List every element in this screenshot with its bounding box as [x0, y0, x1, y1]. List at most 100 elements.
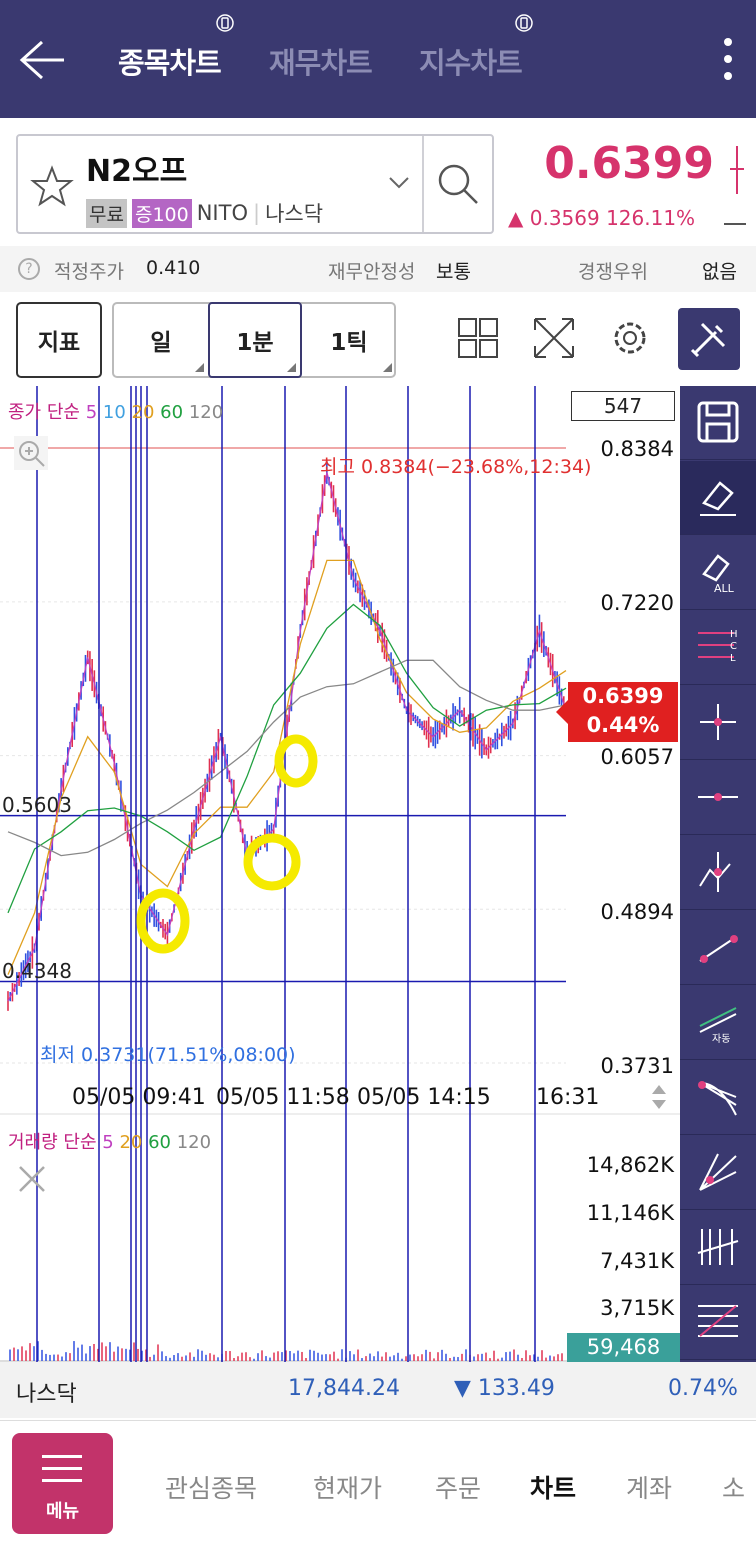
- x-label: 05/05 09:41: [72, 1085, 206, 1110]
- current-price-tag-value: 0.6399: [582, 684, 664, 708]
- y-tick: 0.8384: [600, 437, 674, 461]
- grid-layout-icon[interactable]: [456, 316, 500, 360]
- save-icon[interactable]: [680, 386, 756, 460]
- device-icon: [515, 14, 533, 32]
- auto-trend-icon[interactable]: 자동: [680, 986, 756, 1060]
- candle-count: 547: [571, 391, 675, 421]
- moving-average-line: [7, 559, 567, 975]
- eraser-all-icon[interactable]: ALL: [680, 536, 756, 610]
- top-header: 종목차트 재무차트 지수차트: [0, 0, 756, 118]
- hcl-line-icon[interactable]: HCL: [680, 611, 756, 685]
- period-1min[interactable]: 1분: [208, 302, 302, 378]
- fibonacci-time-icon[interactable]: [680, 1211, 756, 1285]
- nav-order[interactable]: 주문: [435, 1469, 481, 1505]
- period-day[interactable]: 일: [114, 304, 208, 376]
- chart-canvas: [0, 386, 680, 1362]
- index-name: 나스닥: [16, 1382, 77, 1407]
- period-1tick[interactable]: 1틱: [302, 304, 396, 376]
- tag-free: 무료: [86, 198, 127, 228]
- min-price-label: 최저 0.3731(71.51%,08:00): [40, 1044, 296, 1066]
- stock-name: N2오프: [86, 154, 188, 189]
- svg-text:H: H: [730, 629, 738, 640]
- period-1min-label: 1분: [236, 330, 274, 356]
- stability-value: 보통: [436, 261, 471, 283]
- vol-tick: 7,431K: [600, 1249, 674, 1273]
- speed-line-icon[interactable]: [680, 1136, 756, 1210]
- competition-label: 경쟁우위: [578, 261, 648, 283]
- menu-button[interactable]: 메뉴: [12, 1433, 113, 1534]
- svg-text:C: C: [730, 641, 737, 652]
- x-label: 05/05 14:15: [357, 1085, 491, 1110]
- price-change: ▲ 0.3569 126.11%: [508, 206, 696, 230]
- fair-price-label: 적정주가: [54, 261, 124, 283]
- index-change: ▼ 133.49: [454, 1376, 555, 1401]
- device-icon: [216, 14, 234, 32]
- legend-vma20: 20: [119, 1132, 143, 1153]
- vol-tick: 14,862K: [586, 1153, 674, 1177]
- hline-label: 0.4348: [2, 959, 72, 983]
- close-icon[interactable]: [16, 1163, 48, 1195]
- fair-price-value: 0.410: [146, 257, 201, 279]
- index-value: 17,844.24: [288, 1376, 400, 1401]
- market-index-bar[interactable]: 나스닥 17,844.24 ▼ 133.49 0.74%: [0, 1362, 756, 1418]
- more-options-icon[interactable]: [722, 38, 734, 84]
- x-label: 16:31: [536, 1085, 600, 1110]
- help-icon[interactable]: ?: [18, 258, 40, 280]
- fan-line-icon[interactable]: [680, 1061, 756, 1135]
- stock-selector[interactable]: N2오프 무료 증100 NITO | 나스닥: [16, 134, 494, 234]
- nav-current-price[interactable]: 현재가: [313, 1469, 382, 1505]
- legend-ma10: 10: [102, 402, 126, 423]
- current-volume: 59,468: [567, 1333, 680, 1362]
- tab-index-chart[interactable]: 지수차트: [419, 40, 523, 82]
- nav-watchlist[interactable]: 관심종목: [165, 1469, 257, 1505]
- current-price-tag: 0.6399 0.44%: [556, 682, 678, 742]
- tools-icon: [690, 322, 726, 358]
- eraser-icon[interactable]: [680, 461, 756, 535]
- crosshair-icon[interactable]: [680, 686, 756, 760]
- legend-vma5: 5: [102, 1132, 114, 1153]
- price-indicator: [730, 146, 744, 194]
- settings-gear-icon[interactable]: [608, 316, 652, 360]
- vol-tick: 11,146K: [586, 1201, 674, 1225]
- back-arrow-icon[interactable]: [18, 38, 66, 82]
- nav-chart[interactable]: 차트: [530, 1469, 576, 1505]
- price-legend: 종가 단순 5 10 20 60 120: [8, 398, 223, 424]
- svg-text:자동: 자동: [712, 1033, 730, 1044]
- nav-account[interactable]: 계좌: [626, 1469, 672, 1505]
- legend-ma120: 120: [188, 402, 224, 423]
- star-icon[interactable]: [30, 164, 74, 208]
- price-chart[interactable]: [0, 386, 680, 1362]
- nav-more[interactable]: 소: [722, 1469, 745, 1505]
- zoom-in-icon[interactable]: [14, 436, 48, 470]
- tab-financial-chart[interactable]: 재무차트: [269, 40, 373, 82]
- tag-divider: |: [252, 201, 261, 225]
- bottom-navigation: 메뉴 관심종목 현재가 주문 차트 계좌 소: [0, 1420, 756, 1546]
- menu-label: 메뉴: [45, 1501, 80, 1522]
- hline-label: 0.5603: [2, 793, 72, 817]
- chevron-down-icon[interactable]: [388, 176, 410, 190]
- drawing-tools-button[interactable]: [678, 308, 740, 370]
- dash: [724, 223, 746, 225]
- horizontal-line-icon[interactable]: [680, 761, 756, 835]
- y-tick: 0.7220: [600, 591, 674, 615]
- legend-vma120: 120: [176, 1132, 212, 1153]
- legend-ma60: 60: [160, 402, 184, 423]
- fullscreen-icon[interactable]: [532, 316, 576, 360]
- current-price-tag-pct: 0.44%: [586, 713, 660, 737]
- indicator-button[interactable]: 지표: [16, 302, 102, 378]
- x-label: 05/05 11:58: [216, 1085, 350, 1110]
- vertical-line-icon[interactable]: [680, 836, 756, 910]
- period-day-label: 일: [150, 330, 172, 356]
- legend-ma20: 20: [131, 402, 155, 423]
- fibonacci-retracement-icon[interactable]: [680, 1286, 756, 1360]
- trend-line-icon[interactable]: [680, 911, 756, 985]
- tab-stock-chart[interactable]: 종목차트: [118, 40, 222, 82]
- legend-vma60: 60: [148, 1132, 171, 1153]
- y-tick: 0.4894: [600, 900, 674, 924]
- volume-legend: 거래량 단순 5 20 60 120: [8, 1128, 211, 1154]
- drawing-toolbar: ALL HCL 자동: [680, 386, 756, 1362]
- legend-close: 종가 단순: [8, 402, 80, 423]
- max-price-label: 최고 0.8384(−23.68%,12:34): [320, 456, 592, 478]
- search-icon[interactable]: [436, 162, 480, 206]
- scroll-arrows-icon[interactable]: [650, 1082, 668, 1112]
